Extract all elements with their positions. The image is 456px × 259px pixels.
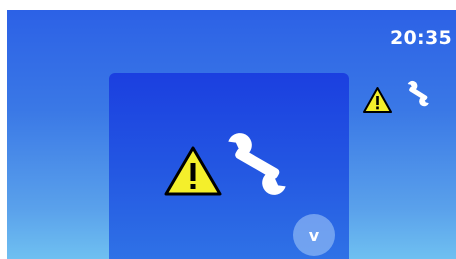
chevron-down-icon: v	[308, 225, 320, 245]
wrench-icon	[228, 133, 286, 195]
warning-icon	[164, 146, 222, 196]
status-clock: 20:35	[390, 27, 452, 49]
status-icons	[362, 74, 442, 114]
wrench-icon	[407, 80, 429, 107]
warning-icon	[363, 87, 392, 113]
expand-button[interactable]: v	[293, 214, 335, 256]
phone-screen: 20:35 v	[7, 10, 456, 259]
notification-card: v	[109, 73, 349, 259]
